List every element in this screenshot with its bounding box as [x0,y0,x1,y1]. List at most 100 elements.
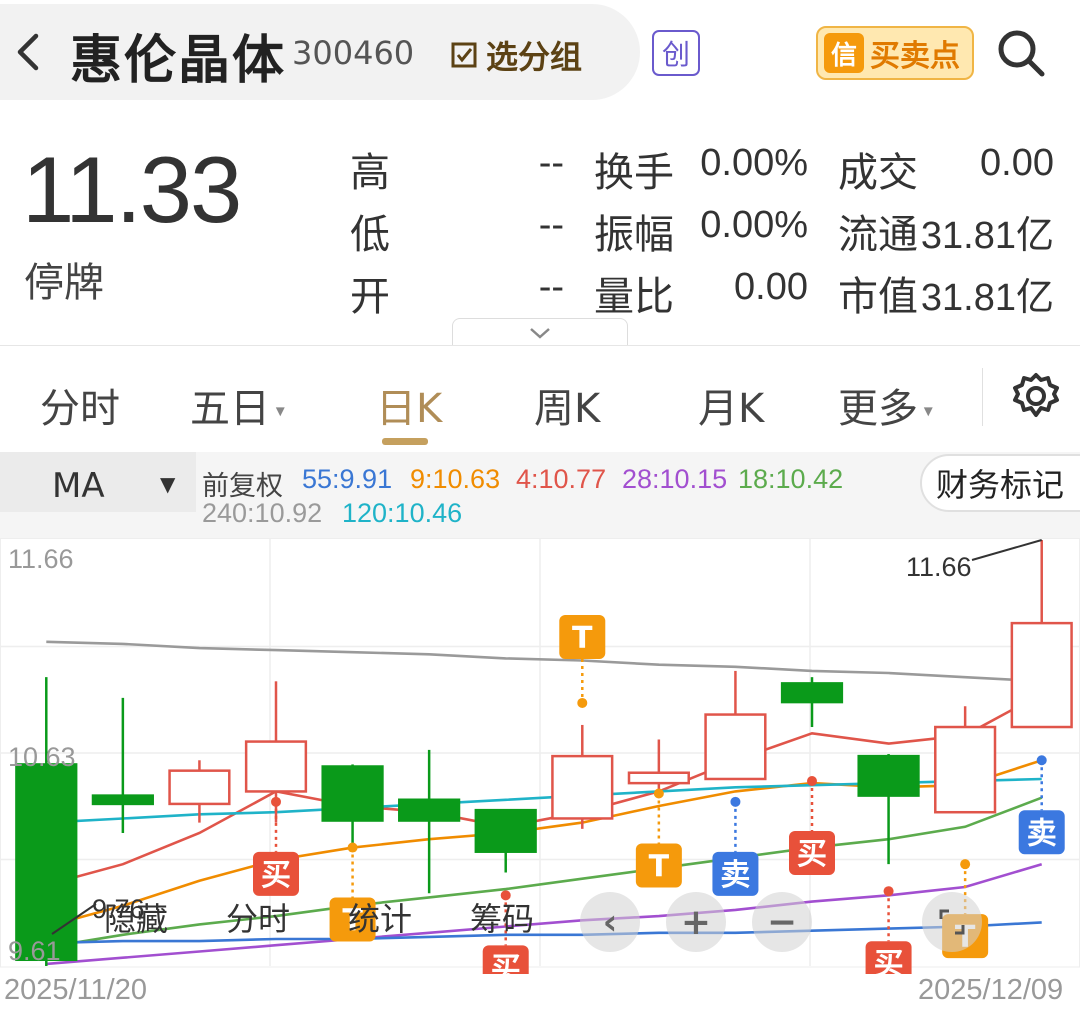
fullscreen-button[interactable] [922,892,982,952]
stats-tool-button[interactable]: 统计 [348,894,412,950]
search-icon [998,30,1045,77]
finance-mark-button[interactable]: 财务标记 [920,454,1080,512]
ma-4-value: 4:10.77 [516,464,607,494]
signal-anchor-dot [807,776,817,787]
trading-status: 停牌 [24,260,104,306]
tab-weekly-k[interactable]: 周K [534,376,600,434]
ma-55-value: 55:9.91 [302,464,393,494]
chart-settings-button[interactable] [1010,370,1062,422]
volume-value: 0.00 [980,142,1054,184]
open-value: -- [538,266,564,308]
gear-icon [1013,373,1059,417]
intraday-tool-button[interactable]: 分时 [226,894,290,950]
signal-tag-label: 买 [874,947,904,974]
stock-name: 惠伦晶体 [70,31,287,91]
volume-ratio-value: 0.00 [734,266,808,308]
amplitude-label: 振幅 [594,212,674,258]
y-tick-mid: 10.63 [8,742,76,772]
x-start-date: 2025/11/20 [4,974,147,1006]
tab-five-day[interactable]: 五日 ▾ [190,376,285,434]
ma-18-value: 18:10.42 [738,464,844,494]
search-button[interactable] [994,26,1048,80]
candle-up [627,771,690,785]
y-tick-min: 9.61 [8,936,61,966]
ma-240-value: 240:10.92 [202,498,323,528]
ma-120-value: 120:10.46 [342,498,463,528]
market-cap-value: 31.81亿 [920,277,1054,319]
candle-up [244,740,308,793]
tab-daily-k[interactable]: 日K [376,376,442,434]
turnover-label: 换手 [594,150,674,196]
select-group-button[interactable]: 选分组 [450,32,582,78]
max-marker-line [971,539,1042,561]
signal-tag-label: T [572,621,593,656]
candle-up [168,769,231,806]
candle-down [857,754,920,797]
signal-tag-label: 卖 [1027,816,1057,851]
tab-more-label: 更多 [838,386,918,432]
buy-sell-signal-button[interactable]: 信 买卖点 [816,26,974,80]
high-label: 高 [350,150,390,196]
candle-up [551,754,614,820]
ma-28-value: 28:10.15 [622,464,728,494]
float-cap-label: 流通 [838,212,918,258]
zoom-out-button[interactable]: − [752,892,812,952]
signal-tag-label: 买 [797,837,827,872]
candle-down [474,808,537,853]
max-price-label: 11.66 [906,552,972,582]
candle-up [934,725,997,814]
ma-9-value: 9:10.63 [410,464,501,494]
turnover-value: 0.00% [700,142,808,184]
float-cap-value: 31.81亿 [920,215,1054,257]
signal-tag-label: 卖 [720,858,750,893]
select-group-label: 选分组 [486,38,583,76]
section-divider [0,345,1080,346]
x-end-date: 2025/12/09 [918,974,1064,1006]
candle-up [1010,621,1073,729]
tab-more[interactable]: 更多 ▾ [838,376,933,434]
stock-code: 300460 [292,34,415,72]
scroll-left-button[interactable]: ‹ [580,892,640,952]
low-value: -- [538,204,564,246]
dropdown-arrow-icon: ▼ [160,472,176,496]
candle-down [15,763,78,962]
expand-icon [939,909,965,935]
signal-logo-icon: 信 [824,33,864,73]
chevron-left-icon: ‹ [602,901,618,943]
signal-anchor-dot [730,796,741,807]
candle-down [780,682,844,704]
signal-label: 买卖点 [870,39,960,74]
candle-down [398,798,461,822]
indicator-name: MA [52,466,105,506]
chinext-badge: 创 [652,30,700,76]
signal-tag-label: 买 [261,858,291,893]
chevron-down-icon [530,327,550,339]
market-cap-label: 市值 [838,274,918,320]
low-label: 低 [350,212,390,258]
minus-icon: − [766,901,798,943]
caret-down-icon: ▾ [918,400,933,422]
y-tick-max: 11.66 [8,544,74,574]
hide-tools-button[interactable]: 隐藏 [104,894,168,950]
ma-240-line [46,640,1042,683]
expand-quote-button[interactable] [452,318,628,346]
amplitude-value: 0.00% [700,204,808,246]
signal-tag-label: 买 [491,951,521,974]
current-price: 11.33 [22,137,242,242]
tab-monthly-k[interactable]: 月K [698,376,764,434]
signal-anchor-dot [271,796,281,807]
checkbox-icon [451,42,477,68]
back-arrow-icon [17,33,39,71]
signal-anchor-dot [577,697,588,708]
back-button[interactable] [10,28,46,76]
volume-label: 成交 [838,150,918,196]
tab-intraday[interactable]: 分时 [40,376,120,434]
volume-ratio-label: 量比 [594,274,674,320]
open-label: 开 [350,274,390,320]
zoom-in-button[interactable]: + [666,892,726,952]
candle-up [704,713,767,781]
chips-tool-button[interactable]: 筹码 [470,894,534,950]
tab-separator [982,368,983,426]
plus-icon: + [680,901,712,943]
tab-five-day-label: 五日 [190,386,270,432]
